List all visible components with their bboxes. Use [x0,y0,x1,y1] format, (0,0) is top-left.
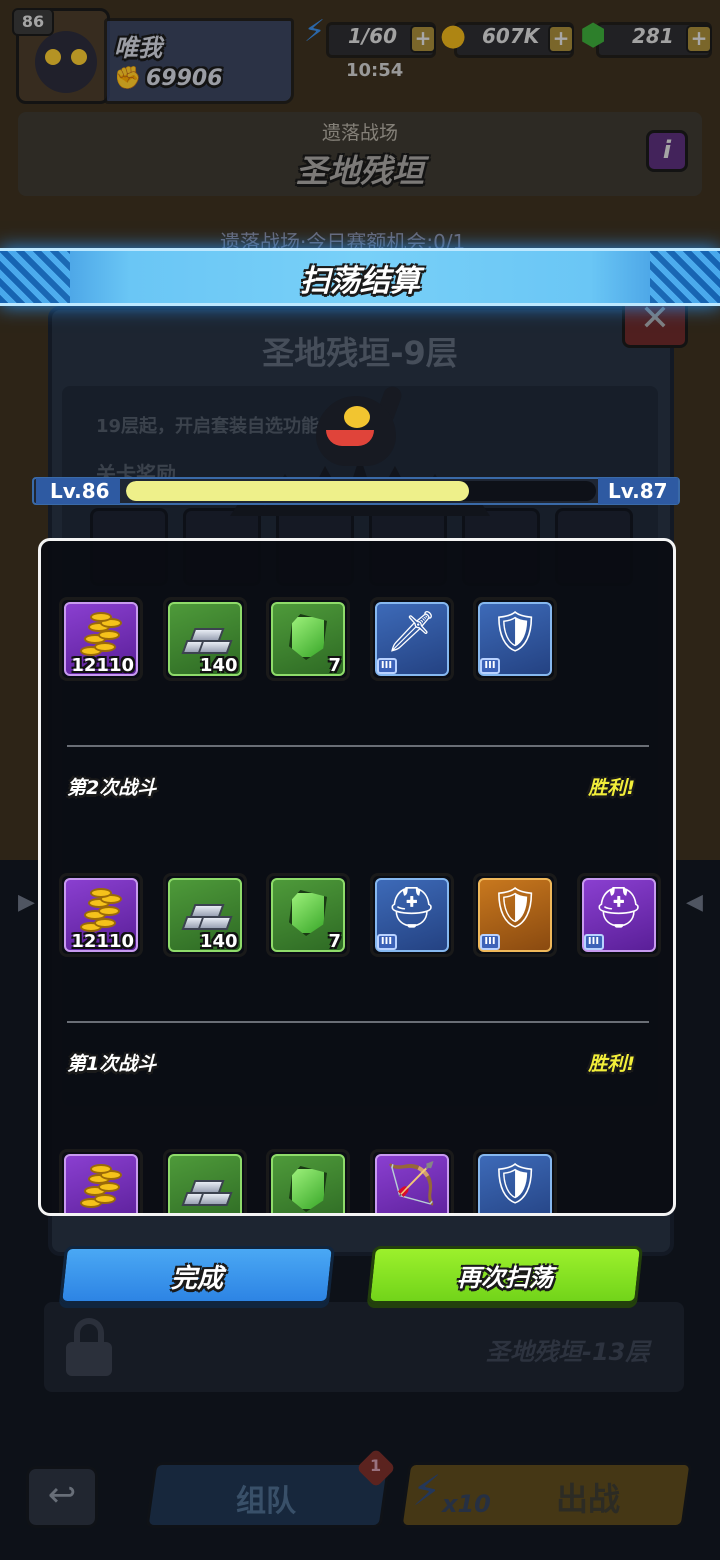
reward-item-coins[interactable] [59,1149,143,1213]
tier-badge: III [583,934,604,950]
reward-item-coins[interactable]: 12110 [59,597,143,681]
reward-item-gem[interactable]: 7 [266,873,350,957]
sweep-result-title: 扫荡结算 [300,264,420,299]
reward-quantity: 12110 [71,931,134,952]
sweep-results-list[interactable]: 12110 140 7 🗡 III 🛡 III 第2次战斗 胜利! 12110 140 7 ⛑ II… [38,538,676,1216]
tier-badge: III [480,658,500,674]
reward-item-sword[interactable]: 🗡 III [369,597,454,681]
armor-icon: 🛡 [489,885,541,931]
reward-item-armor[interactable]: 🛡 [473,1149,557,1213]
battle-divider [67,1021,649,1023]
reward-quantity: 140 [199,655,238,676]
battle-divider [67,745,649,747]
silver-ingot-icon [180,622,233,656]
battle-result: 胜利! [588,1053,635,1075]
silver-ingot-icon [180,1174,233,1208]
reward-item-coins[interactable]: 12110 [59,873,143,957]
battle-result: 胜利! [588,777,635,799]
battle-title: 第2次战斗 [67,777,157,799]
reward-item-ingot[interactable]: 140 [162,873,247,957]
helmet-icon: ⛑ [593,885,644,931]
silver-ingot-icon [180,898,233,932]
helmet-icon: ⛑ [386,885,437,931]
next-level-label: Lv.87 [598,478,678,504]
gold-coins-icon [80,1164,124,1213]
xp-fill [126,481,470,501]
done-button-label: 完成 [170,1264,223,1294]
monster-mascot-icon [316,384,406,476]
battle-title: 第1次战斗 [67,1053,157,1075]
reward-quantity: 7 [328,655,341,676]
reward-item-helmet[interactable]: ⛑ III [576,873,661,957]
xp-track [126,481,596,501]
reward-item-ingot[interactable] [162,1149,247,1213]
current-level-label: Lv.86 [36,478,120,504]
reward-item-helmet[interactable]: ⛑ III [369,873,454,957]
reward-quantity: 7 [328,931,341,952]
crossbow-icon: 🏹 [386,1161,437,1207]
tier-badge: III [480,934,500,950]
reward-item-gem[interactable] [266,1149,350,1213]
reward-item-gem[interactable]: 7 [266,597,350,681]
reward-item-ingot[interactable]: 140 [162,597,247,681]
tier-badge: III [376,658,397,674]
reward-item-crossbow[interactable]: 🏹 [369,1149,454,1213]
armor-icon: 🛡 [489,1161,541,1207]
sweep-again-button-label: 再次扫荡 [457,1264,553,1292]
sword-icon: 🗡 [386,609,437,655]
tier-badge: III [376,934,397,950]
reward-quantity: 140 [199,931,238,952]
reward-item-armor[interactable]: 🛡 III [473,873,557,957]
reward-quantity: 12110 [71,655,134,676]
reward-item-armor[interactable]: 🛡 III [473,597,557,681]
armor-icon: 🛡 [489,609,541,655]
